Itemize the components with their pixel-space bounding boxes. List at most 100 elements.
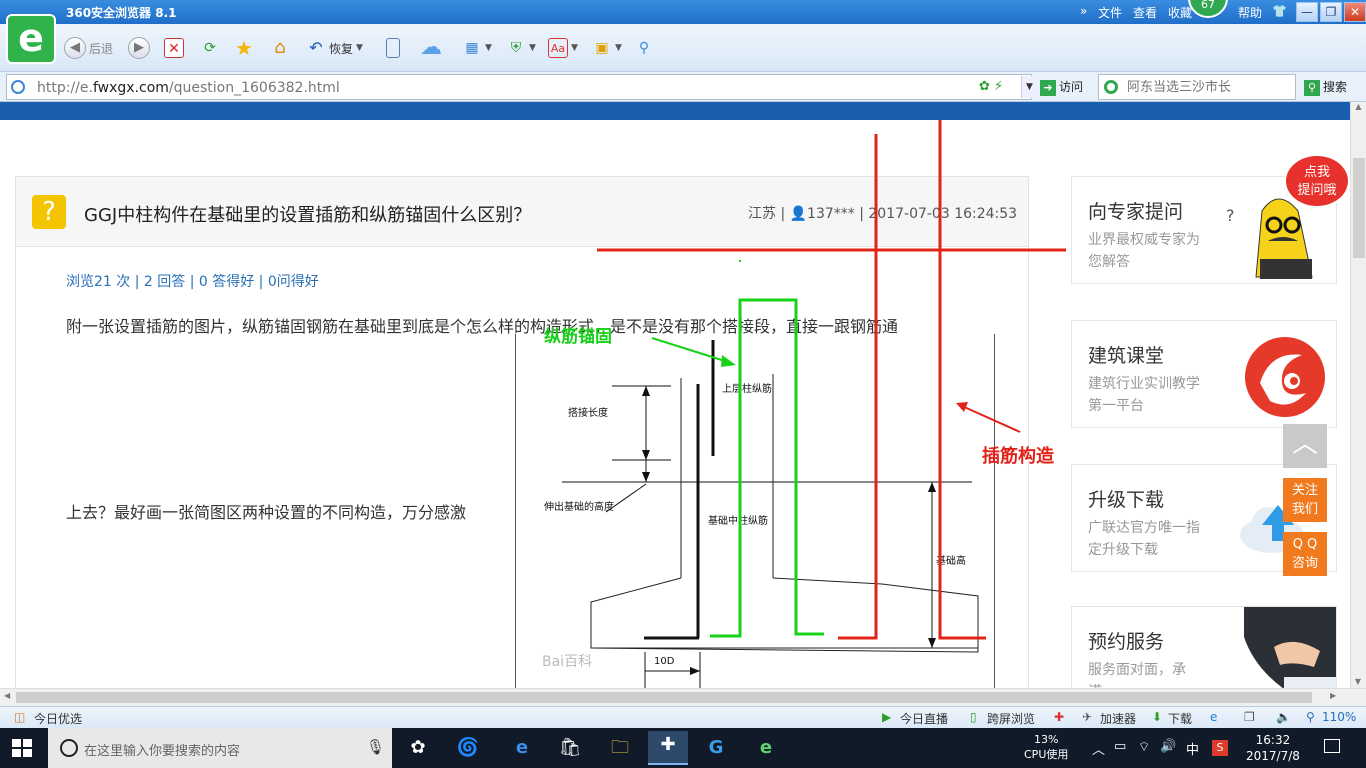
battery-icon[interactable]: ▭ bbox=[1114, 739, 1126, 754]
live-icon: ▶ bbox=[882, 710, 892, 724]
speaker-icon[interactable]: 🔊 bbox=[1160, 739, 1176, 754]
back-button[interactable]: ◀ 后退 bbox=[64, 36, 113, 60]
forward-button[interactable]: ▶ bbox=[128, 36, 150, 60]
zoom-icon: ⚲ bbox=[1306, 710, 1315, 724]
download-link[interactable]: 下载 bbox=[1168, 710, 1192, 727]
taskbar-explorer-icon[interactable]: 🗀 bbox=[606, 734, 634, 762]
ad-subtitle: 服务面对面，承诺… bbox=[1088, 662, 1186, 688]
taskbar-search-box[interactable]: 在这里输入你要搜索的内容 🎙 bbox=[48, 728, 392, 768]
minimize-button[interactable]: — bbox=[1296, 2, 1318, 22]
address-bar: http://e.fwxgx.com/question_1606382.html… bbox=[0, 72, 1366, 102]
screenshot-button[interactable]: ▣ ▼ bbox=[592, 36, 622, 60]
stop-icon: ✕ bbox=[164, 38, 184, 58]
windows-taskbar: 在这里输入你要搜索的内容 🎙 ✿ 🌀 e 🛍 🗀 ✚ G e 13% CPU使用… bbox=[0, 728, 1366, 768]
annotation-red-label: 插筋构造 bbox=[982, 445, 1054, 467]
security-score-badge[interactable]: 67 bbox=[1188, 0, 1228, 18]
today-live-link[interactable]: 今日直播 bbox=[900, 710, 948, 727]
window-icon[interactable]: ❐ bbox=[1244, 710, 1255, 724]
vertical-scroll-thumb[interactable] bbox=[1353, 158, 1365, 258]
cloud-button[interactable]: ☁ bbox=[416, 36, 446, 60]
window-title: 360安全浏览器 8.1 bbox=[66, 6, 177, 20]
url-dropdown-icon[interactable]: ▼ bbox=[1021, 76, 1037, 98]
taskbar-360-browser-icon[interactable]: e bbox=[752, 734, 780, 762]
refresh-button[interactable]: ⟳ bbox=[200, 36, 220, 60]
restore-window-button[interactable]: ❐ bbox=[1320, 2, 1342, 22]
taskbar-glodon-icon[interactable]: G bbox=[702, 734, 730, 762]
search-button[interactable]: ⚲ 搜索 bbox=[1304, 78, 1347, 96]
horizontal-scrollbar[interactable]: ◀ ▶ bbox=[0, 688, 1366, 706]
wifi-icon[interactable]: ⌔ bbox=[1138, 739, 1150, 755]
microphone-icon[interactable]: 🎙 bbox=[366, 738, 385, 756]
chevron-down-icon: ▼ bbox=[615, 43, 622, 53]
url-field[interactable]: http://e.fwxgx.com/question_1606382.html… bbox=[6, 74, 1037, 100]
search-icon: ⚲ bbox=[1304, 80, 1320, 96]
cpu-usage-widget[interactable]: 13% CPU使用 bbox=[1024, 732, 1068, 762]
find-button[interactable]: ⚲ bbox=[634, 36, 654, 60]
ask-me-bubble[interactable]: 点我 提问哦 bbox=[1284, 154, 1350, 208]
menu-favorites[interactable]: 收藏 bbox=[1168, 4, 1192, 21]
translate-button[interactable]: Aa ▼ bbox=[548, 36, 578, 60]
mobile-button[interactable] bbox=[386, 36, 400, 60]
favorite-button[interactable]: ★ bbox=[234, 36, 254, 60]
taskbar-store-icon[interactable]: 🛍 bbox=[556, 734, 584, 762]
status-bar: ◫ 今日优选 ▶ 今日直播 ▯ 跨屏浏览 ✚ ✈ 加速器 ⬇ 下载 e ❐ 🔈 … bbox=[0, 706, 1366, 728]
cross-screen-link[interactable]: 跨屏浏览 bbox=[987, 710, 1035, 727]
compat-mode-icon[interactable]: ✿ ⚡ bbox=[979, 79, 1003, 94]
taskbar-app-active-icon[interactable]: ✚ bbox=[648, 731, 688, 765]
stop-button[interactable]: ✕ bbox=[164, 36, 184, 60]
volume-icon[interactable]: 🔈 bbox=[1276, 710, 1291, 724]
visit-button[interactable]: ➜ 访问 bbox=[1040, 78, 1083, 96]
forward-arrow-icon: ▶ bbox=[128, 37, 150, 59]
back-to-top-button[interactable]: ︿ bbox=[1283, 424, 1327, 468]
today-pick-link[interactable]: 今日优选 bbox=[34, 710, 82, 727]
skin-icon[interactable]: 👕 bbox=[1272, 4, 1287, 18]
taskbar-app-swirl-icon[interactable]: 🌀 bbox=[454, 734, 482, 762]
phone-icon: ▯ bbox=[970, 710, 977, 724]
zoom-level[interactable]: 110% bbox=[1322, 710, 1356, 724]
vertical-scrollbar[interactable]: ▲ ▼ bbox=[1350, 102, 1366, 688]
scroll-left-icon[interactable]: ◀ bbox=[4, 691, 10, 700]
follow-us-button[interactable]: 关注 我们 bbox=[1283, 478, 1327, 522]
scroll-up-icon[interactable]: ▲ bbox=[1351, 102, 1366, 111]
scroll-right-icon[interactable]: ▶ bbox=[1330, 691, 1336, 700]
sogou-ime-icon[interactable]: S bbox=[1212, 740, 1228, 756]
qq-label: Q Q 咨询 bbox=[1291, 537, 1318, 571]
ad-appointment-service[interactable]: 预约服务 服务面对面，承诺… bbox=[1071, 606, 1337, 688]
apps-button[interactable]: ▦ ▼ bbox=[462, 36, 492, 60]
search-field[interactable] bbox=[1098, 74, 1296, 100]
menu-help[interactable]: 帮助 bbox=[1238, 4, 1262, 21]
taskbar-search-placeholder: 在这里输入你要搜索的内容 bbox=[84, 744, 241, 759]
shield-button[interactable]: ⛨ ▼ bbox=[506, 36, 536, 60]
taskbar-app-pinwheel-icon[interactable]: ✿ bbox=[404, 734, 432, 762]
ie-icon[interactable]: e bbox=[1210, 710, 1217, 724]
star-icon: ★ bbox=[235, 36, 253, 60]
close-window-button[interactable]: ✕ bbox=[1344, 2, 1366, 22]
browser-logo-icon[interactable]: e bbox=[6, 14, 56, 64]
windows-start-icon[interactable] bbox=[12, 739, 32, 757]
taskbar-edge-icon[interactable]: e bbox=[508, 734, 536, 762]
notification-center-icon[interactable] bbox=[1324, 739, 1340, 753]
cortana-icon bbox=[60, 739, 78, 757]
cpu-percent: 13% bbox=[1033, 733, 1059, 746]
horizontal-scroll-thumb[interactable] bbox=[16, 692, 1312, 703]
cloud-icon: ☁ bbox=[420, 35, 442, 60]
scroll-down-icon[interactable]: ▼ bbox=[1351, 677, 1365, 686]
medkit-icon[interactable]: ✚ bbox=[1054, 710, 1064, 724]
qq-consult-button[interactable]: Q Q 咨询 bbox=[1283, 532, 1327, 576]
download-arrow-icon: ⬇ bbox=[1152, 710, 1163, 724]
menu-view[interactable]: 查看 bbox=[1133, 4, 1157, 21]
chevron-down-icon: ▼ bbox=[571, 43, 578, 53]
ime-indicator[interactable]: 中 bbox=[1186, 739, 1199, 758]
search-input[interactable] bbox=[1127, 80, 1287, 95]
cpu-label: CPU使用 bbox=[1024, 748, 1069, 761]
menu-overflow-icon[interactable]: » bbox=[1080, 4, 1087, 18]
show-hidden-icons-icon[interactable]: ︿ bbox=[1092, 739, 1105, 758]
url-text[interactable]: http://e.fwxgx.com/question_1606382.html bbox=[37, 80, 340, 96]
ad-building-class[interactable]: 建筑课堂 建筑行业实训教学第一平台 bbox=[1071, 320, 1337, 428]
menu-file[interactable]: 文件 bbox=[1098, 4, 1122, 21]
accelerator-link[interactable]: 加速器 bbox=[1100, 710, 1136, 727]
restore-button[interactable]: ↶ 恢复 ▼ bbox=[306, 36, 363, 60]
handshake-icon bbox=[1244, 607, 1336, 688]
taskbar-clock[interactable]: 16:32 2017/7/8 bbox=[1246, 732, 1300, 764]
home-button[interactable]: ⌂ bbox=[270, 36, 290, 60]
